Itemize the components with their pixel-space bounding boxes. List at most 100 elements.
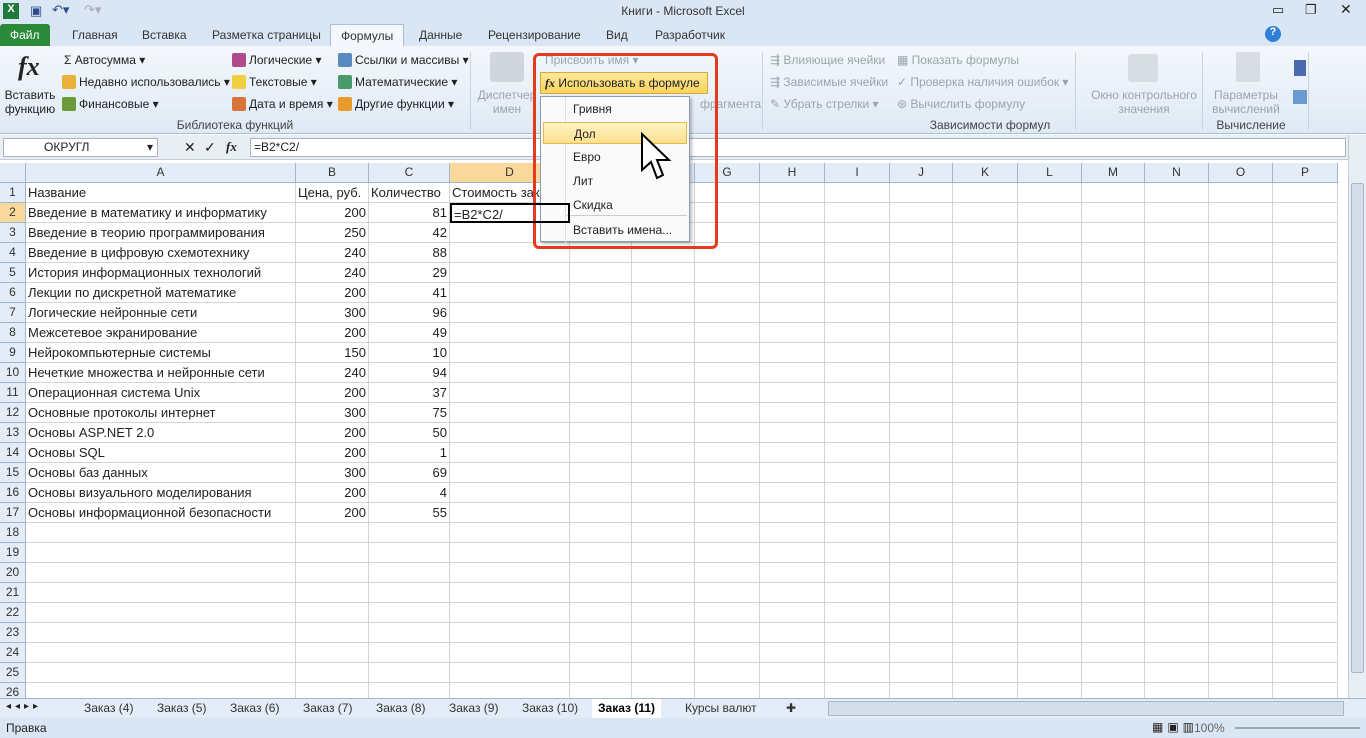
cell-k2[interactable] <box>953 203 1018 223</box>
cell-m18[interactable] <box>1082 523 1145 543</box>
cell-i8[interactable] <box>825 323 890 343</box>
column-header-b[interactable]: B <box>296 163 369 183</box>
sheet-nav-icon[interactable]: ◂◂▸▸ <box>6 701 42 712</box>
cell-e16[interactable] <box>570 483 632 503</box>
cell-n20[interactable] <box>1145 563 1209 583</box>
cell-b10[interactable]: 240 <box>296 363 369 383</box>
cell-p3[interactable] <box>1273 223 1338 243</box>
cell-o7[interactable] <box>1209 303 1273 323</box>
cell-o12[interactable] <box>1209 403 1273 423</box>
cell-n13[interactable] <box>1145 423 1209 443</box>
trace-dependents-button[interactable]: ⇶ Зависимые ячейки <box>770 75 888 89</box>
cell-d9[interactable] <box>450 343 570 363</box>
cell-l9[interactable] <box>1018 343 1082 363</box>
cell-c20[interactable] <box>369 563 450 583</box>
cell-e21[interactable] <box>570 583 632 603</box>
cell-a3[interactable]: Введение в теорию программирования <box>26 223 296 243</box>
cell-l13[interactable] <box>1018 423 1082 443</box>
cell-o11[interactable] <box>1209 383 1273 403</box>
cell-i10[interactable] <box>825 363 890 383</box>
cell-f12[interactable] <box>632 403 695 423</box>
cell-j21[interactable] <box>890 583 953 603</box>
cell-p11[interactable] <box>1273 383 1338 403</box>
cell-a6[interactable]: Лекции по дискретной математике <box>26 283 296 303</box>
cell-n10[interactable] <box>1145 363 1209 383</box>
cell-e12[interactable] <box>570 403 632 423</box>
cell-l16[interactable] <box>1018 483 1082 503</box>
cell-p2[interactable] <box>1273 203 1338 223</box>
cell-c23[interactable] <box>369 623 450 643</box>
cell-b3[interactable]: 250 <box>296 223 369 243</box>
cell-k13[interactable] <box>953 423 1018 443</box>
cell-o16[interactable] <box>1209 483 1273 503</box>
row-header[interactable]: 21 <box>0 583 26 603</box>
cell-h10[interactable] <box>760 363 825 383</box>
cell-o22[interactable] <box>1209 603 1273 623</box>
row-header[interactable]: 23 <box>0 623 26 643</box>
cell-a19[interactable] <box>26 543 296 563</box>
cell-j24[interactable] <box>890 643 953 663</box>
cell-d12[interactable] <box>450 403 570 423</box>
cell-g10[interactable] <box>695 363 760 383</box>
cell-o2[interactable] <box>1209 203 1273 223</box>
cell-c6[interactable]: 41 <box>369 283 450 303</box>
cell-d15[interactable] <box>450 463 570 483</box>
cell-l21[interactable] <box>1018 583 1082 603</box>
show-formulas-button[interactable]: ▦ Показать формулы <box>897 53 1019 67</box>
cell-l10[interactable] <box>1018 363 1082 383</box>
cell-o1[interactable] <box>1209 183 1273 203</box>
row-header[interactable]: 24 <box>0 643 26 663</box>
cell-f13[interactable] <box>632 423 695 443</box>
cell-d6[interactable] <box>450 283 570 303</box>
cell-g13[interactable] <box>695 423 760 443</box>
cell-n12[interactable] <box>1145 403 1209 423</box>
cell-h15[interactable] <box>760 463 825 483</box>
cell-d20[interactable] <box>450 563 570 583</box>
cell-n22[interactable] <box>1145 603 1209 623</box>
cell-f7[interactable] <box>632 303 695 323</box>
tab-insert[interactable]: Вставка <box>132 24 197 46</box>
cell-b8[interactable]: 200 <box>296 323 369 343</box>
cell-p6[interactable] <box>1273 283 1338 303</box>
minimize-icon[interactable]: ▭ <box>1272 2 1284 18</box>
cell-b20[interactable] <box>296 563 369 583</box>
cell-p7[interactable] <box>1273 303 1338 323</box>
cell-o23[interactable] <box>1209 623 1273 643</box>
use-in-formula-button[interactable]: fx Использовать в формуле ▾ <box>540 72 708 110</box>
cell-o3[interactable] <box>1209 223 1273 243</box>
cell-l11[interactable] <box>1018 383 1082 403</box>
sheet-tab[interactable]: Заказ (11) <box>592 699 661 718</box>
cell-b25[interactable] <box>296 663 369 683</box>
cell-j22[interactable] <box>890 603 953 623</box>
tab-formulas[interactable]: Формулы <box>330 24 405 46</box>
row-header[interactable]: 10 <box>0 363 26 383</box>
cell-i15[interactable] <box>825 463 890 483</box>
cell-a22[interactable] <box>26 603 296 623</box>
cell-c16[interactable]: 4 <box>369 483 450 503</box>
cell-o17[interactable] <box>1209 503 1273 523</box>
cell-d16[interactable] <box>450 483 570 503</box>
cell-g24[interactable] <box>695 643 760 663</box>
cell-h2[interactable] <box>760 203 825 223</box>
cell-m6[interactable] <box>1082 283 1145 303</box>
cell-n18[interactable] <box>1145 523 1209 543</box>
cell-h7[interactable] <box>760 303 825 323</box>
column-header-n[interactable]: N <box>1145 163 1209 183</box>
cell-p18[interactable] <box>1273 523 1338 543</box>
cell-o21[interactable] <box>1209 583 1273 603</box>
cell-c4[interactable]: 88 <box>369 243 450 263</box>
cell-l4[interactable] <box>1018 243 1082 263</box>
cell-g22[interactable] <box>695 603 760 623</box>
cell-m4[interactable] <box>1082 243 1145 263</box>
cell-b17[interactable]: 200 <box>296 503 369 523</box>
cell-m11[interactable] <box>1082 383 1145 403</box>
cell-d10[interactable] <box>450 363 570 383</box>
cell-n23[interactable] <box>1145 623 1209 643</box>
cell-j17[interactable] <box>890 503 953 523</box>
cell-a4[interactable]: Введение в цифровую схемотехнику <box>26 243 296 263</box>
cell-k17[interactable] <box>953 503 1018 523</box>
row-header[interactable]: 22 <box>0 603 26 623</box>
cell-h17[interactable] <box>760 503 825 523</box>
cell-o8[interactable] <box>1209 323 1273 343</box>
cell-c10[interactable]: 94 <box>369 363 450 383</box>
